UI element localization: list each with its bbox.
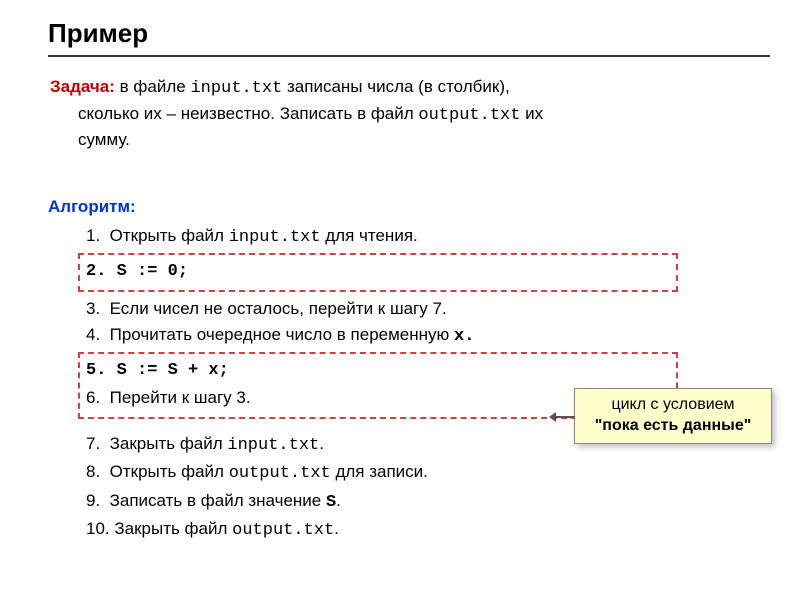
task-block: Задача: в файле input.txt записаны числа…	[48, 75, 770, 153]
algorithm-steps: 1. Открыть файл input.txt для чтения. 2.…	[48, 223, 770, 544]
step-2: 2. S := 0;	[86, 259, 670, 285]
step-8-text: 8. Открыть файл	[86, 462, 229, 481]
step-1-file: input.txt	[229, 228, 321, 247]
step-8-file: output.txt	[229, 464, 331, 483]
callout-line-1: цикл с условием	[581, 395, 765, 416]
divider	[48, 55, 770, 57]
step-10-file: output.txt	[232, 521, 334, 540]
task-text-1a: в файле	[115, 77, 191, 96]
step-8: 8. Открыть файл output.txt для записи.	[86, 459, 770, 487]
step-10: 10. Закрыть файл output.txt.	[86, 516, 770, 544]
step-1-text: 1. Открыть файл	[86, 226, 229, 245]
callout-box: цикл с условием "пока есть данные"	[574, 388, 772, 444]
callout-line-2: "пока есть данные"	[581, 416, 765, 437]
step-10-text: 10. Закрыть файл	[86, 519, 232, 538]
highlight-box-init: 2. S := 0;	[78, 253, 678, 291]
step-7-tail: .	[319, 434, 324, 453]
step-1: 1. Открыть файл input.txt для чтения.	[86, 223, 770, 251]
step-8-tail: для записи.	[331, 462, 428, 481]
callout-arrow-icon	[555, 416, 575, 418]
task-text-1b: записаны числа (в столбик),	[282, 77, 509, 96]
step-4-text: 4. Прочитать очередное число в переменну…	[86, 325, 454, 344]
algorithm-label: Алгоритм:	[48, 197, 770, 217]
task-text-3: сумму.	[50, 128, 130, 153]
step-9-tail: .	[336, 491, 341, 510]
step-4-var: x.	[454, 327, 474, 346]
step-7-text: 7. Закрыть файл	[86, 434, 227, 453]
task-label: Задача:	[50, 77, 115, 96]
step-9-var: S	[326, 493, 336, 512]
filename-input: input.txt	[190, 79, 282, 98]
step-5: 5. S := S + x;	[86, 358, 670, 384]
step-1-tail: для чтения.	[321, 226, 418, 245]
filename-output: output.txt	[418, 106, 520, 125]
step-10-tail: .	[334, 519, 339, 538]
step-7-file: input.txt	[227, 436, 319, 455]
step-9-text: 9. Записать в файл значение	[86, 491, 326, 510]
task-text-2b: их	[520, 104, 543, 123]
step-4: 4. Прочитать очередное число в переменну…	[86, 322, 770, 350]
slide-title: Пример	[48, 18, 770, 49]
step-3: 3. Если чисел не осталось, перейти к шаг…	[86, 296, 770, 322]
task-text-2a: сколько их – неизвестно. Записать в файл	[78, 104, 418, 123]
step-9: 9. Записать в файл значение S.	[86, 488, 770, 516]
